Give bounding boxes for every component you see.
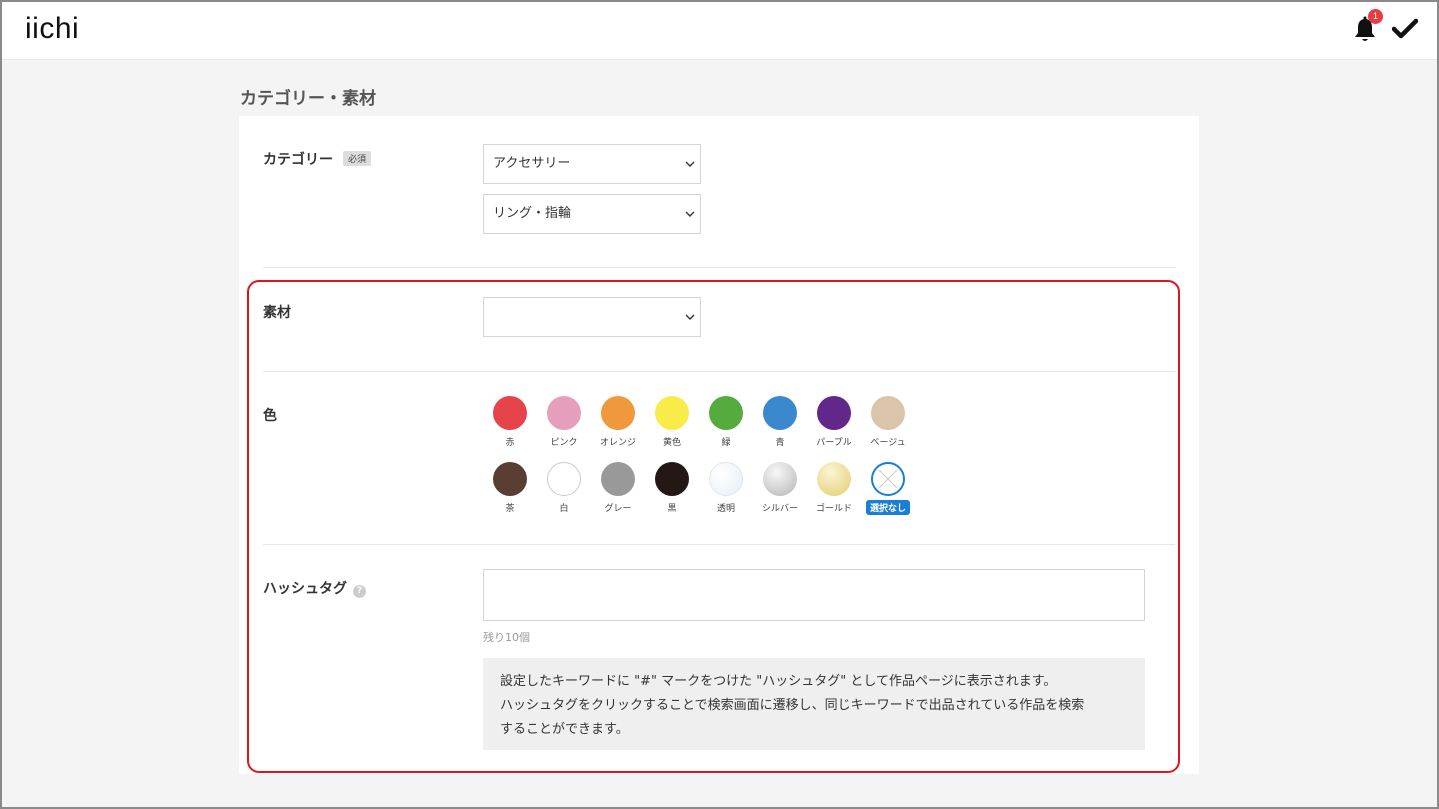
notification-badge: 1	[1368, 9, 1383, 24]
category-select-secondary[interactable]: リング・指輪	[483, 194, 701, 234]
category-select-primary[interactable]: アクセサリー	[483, 144, 701, 184]
divider	[263, 267, 1175, 268]
category-label-text: カテゴリー	[263, 152, 333, 168]
top-header: iichi 1	[0, 0, 1439, 60]
check-icon[interactable]	[1392, 18, 1418, 40]
category-select-secondary-value: リング・指輪	[493, 206, 572, 221]
highlight-annotation	[247, 280, 1180, 773]
required-badge: 必須	[343, 151, 372, 166]
category-label: カテゴリー 必須	[263, 149, 372, 169]
logo[interactable]: iichi	[25, 12, 79, 46]
chevron-down-icon	[685, 161, 695, 167]
section-title: カテゴリー・素材	[240, 89, 376, 109]
category-select-primary-value: アクセサリー	[493, 156, 571, 171]
chevron-down-icon	[685, 211, 695, 217]
